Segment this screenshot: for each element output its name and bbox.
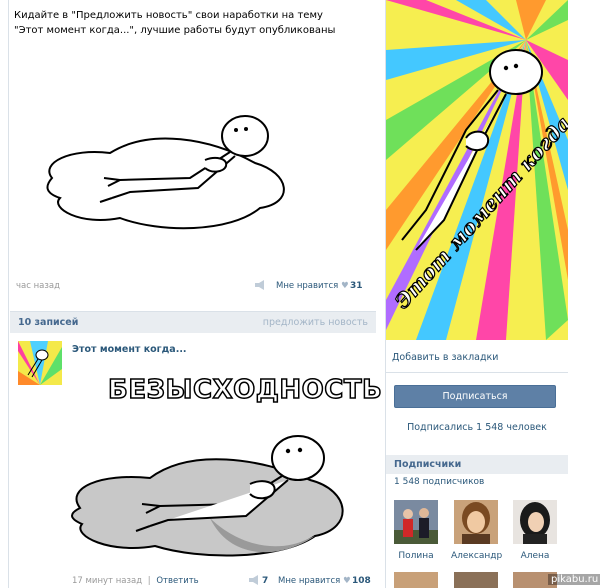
heart-icon: ♥	[342, 576, 351, 586]
reply-link[interactable]: Ответить	[156, 576, 198, 586]
like-button[interactable]: Мне нравится ♥	[278, 576, 351, 586]
like-count: 31	[350, 281, 363, 291]
avatar[interactable]	[18, 341, 62, 385]
share-icon[interactable]	[254, 279, 266, 291]
post-timestamp[interactable]: 17 минут назад	[72, 576, 142, 586]
divider	[386, 372, 568, 373]
avatar	[454, 500, 498, 544]
subscribers-header[interactable]: Подписчики	[386, 455, 568, 474]
like-label: Мне нравится	[276, 281, 339, 291]
avatar	[513, 500, 557, 544]
like-button[interactable]: Мне нравится ♥	[276, 281, 349, 291]
like-count: 108	[352, 576, 371, 586]
subscriber-item[interactable]: Александр	[451, 500, 503, 561]
share-icon[interactable]	[248, 574, 260, 586]
subscriber-item[interactable]: Полина	[391, 500, 441, 561]
group-cover-image[interactable]: Этот момент когда...	[386, 0, 568, 340]
subscriber-avatar-partial[interactable]	[394, 572, 438, 588]
post-timestamp[interactable]: час назад	[16, 281, 60, 291]
like-label: Мне нравится	[278, 576, 341, 586]
subscriber-name: Александр	[451, 551, 503, 561]
records-header: 10 записей предложить новость	[10, 311, 376, 333]
post2-image[interactable]	[60, 418, 360, 566]
post1-image[interactable]	[40, 108, 300, 238]
records-count[interactable]: 10 записей	[18, 317, 78, 328]
post-author[interactable]: Этот момент когда...	[72, 344, 187, 355]
post-text: Кидайте в "Предложить новость" свои нара…	[14, 10, 336, 36]
meta-separator: |	[147, 576, 151, 586]
avatar	[394, 500, 438, 544]
subscriber-name: Полина	[398, 551, 434, 561]
post2-meta: 17 минут назад | Ответить	[72, 576, 199, 586]
share-count: 7	[262, 576, 269, 586]
subscriber-item[interactable]: Алена	[510, 500, 560, 561]
subscriber-avatar-partial[interactable]	[454, 572, 498, 588]
suggest-news-link[interactable]: предложить новость	[263, 317, 368, 328]
subscribed-count-link[interactable]: Подписались 1 548 человек	[386, 422, 568, 433]
subscribers-title: Подписчики	[394, 459, 462, 470]
watermark: pikabu.ru	[548, 574, 600, 585]
subscribers-count[interactable]: 1 548 подписчиков	[394, 477, 484, 487]
subscribe-button[interactable]: Подписаться	[394, 385, 556, 408]
post2-banner-text: БЕЗЫСХОДНОСТЬ	[107, 374, 383, 406]
bookmark-link[interactable]: Добавить в закладки	[392, 352, 498, 363]
heart-icon: ♥	[340, 281, 349, 291]
subscriber-name: Алена	[520, 551, 550, 561]
